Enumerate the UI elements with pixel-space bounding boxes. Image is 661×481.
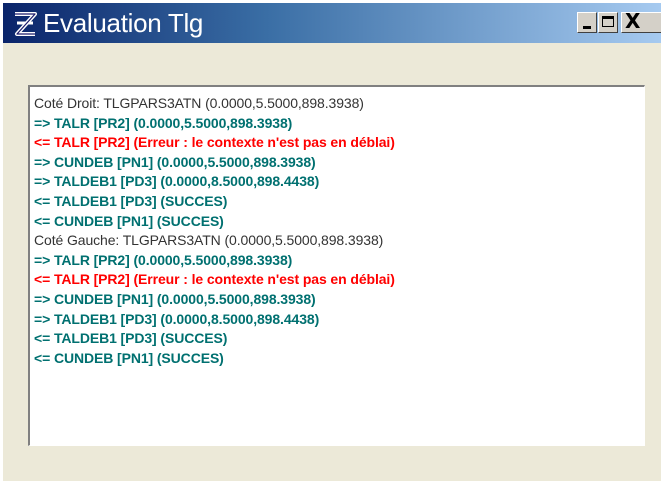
log-line: <= CUNDEB [PN1] (SUCCES) [34,349,224,366]
log-line: <= TALDEB1 [PD3] (SUCCES) [34,330,228,347]
minimize-icon [583,26,591,29]
log-line: => TALR [PR2] (0.0000,5.5000,898.3938) [34,114,293,131]
log-line: => TALDEB1 [PD3] (0.0000,8.5000,898.4438… [34,310,320,327]
log-line: <= TALR [PR2] (Erreur : le contexte n'es… [34,134,395,151]
window-title: Evaluation Tlg [43,8,204,38]
log-line: Coté Droit: TLGPARS3ATN (0.0000,5.5000,8… [34,95,364,111]
title-bar[interactable]: Evaluation Tlg X [3,3,661,43]
log-panel[interactable]: Coté Droit: TLGPARS3ATN (0.0000,5.5000,8… [28,85,645,446]
close-icon: X [625,9,641,33]
log-list: Coté Droit: TLGPARS3ATN (0.0000,5.5000,8… [34,94,395,368]
log-line: => TALDEB1 [PD3] (0.0000,8.5000,898.4438… [34,173,320,190]
log-line: => CUNDEB [PN1] (0.0000,5.5000,898.3938) [34,290,316,307]
app-logo-icon [15,12,37,36]
log-line: => CUNDEB [PN1] (0.0000,5.5000,898.3938) [34,153,316,170]
log-line: => TALR [PR2] (0.0000,5.5000,898.3938) [34,251,293,268]
log-line: <= TALDEB1 [PD3] (SUCCES) [34,192,228,209]
log-line: <= CUNDEB [PN1] (SUCCES) [34,212,224,229]
maximize-icon [602,16,614,27]
minimize-button[interactable] [577,12,597,33]
evaluation-window: Evaluation Tlg X Coté Droit: TLGPARS3ATN… [3,3,661,481]
log-line: Coté Gauche: TLGPARS3ATN (0.0000,5.5000,… [34,232,384,249]
close-button[interactable]: X [621,9,661,33]
log-line: <= TALR [PR2] (Erreur : le contexte n'es… [34,271,395,288]
maximize-button[interactable] [598,12,618,33]
